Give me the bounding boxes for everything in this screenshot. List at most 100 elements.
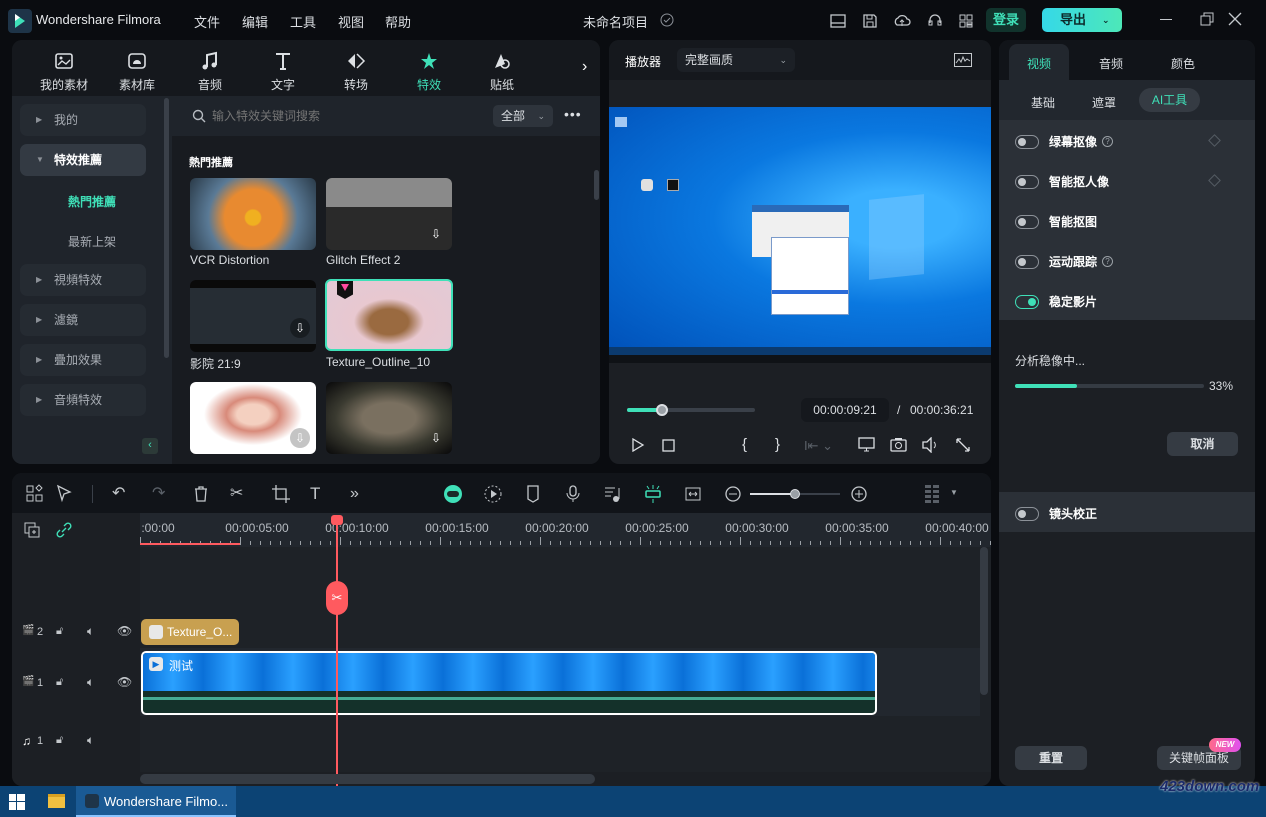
windows-start-icon[interactable]	[9, 794, 25, 810]
eye-visibility-icon[interactable]: 👁︎	[117, 624, 132, 638]
login-button[interactable]: 登录	[986, 8, 1026, 32]
main-video-clip[interactable]: ▶ 测试	[141, 651, 877, 715]
playback-scrubber[interactable]	[627, 404, 755, 416]
category-recommended[interactable]: ▼ 特效推薦	[20, 144, 146, 176]
text-tool-icon[interactable]: T	[310, 483, 332, 505]
cancel-button[interactable]: 取消	[1167, 432, 1238, 456]
record-voiceover-icon[interactable]	[562, 483, 584, 505]
track-height-icon[interactable]	[922, 483, 944, 505]
delete-trash-icon[interactable]	[190, 483, 212, 505]
category-mine[interactable]: ▶ 我的	[20, 104, 146, 136]
more-tools-icon[interactable]: »	[350, 483, 372, 505]
display-settings-icon[interactable]	[858, 437, 876, 453]
effect-thumb-glitch-effect-2[interactable]: ⇩	[326, 178, 452, 250]
lens-correction-toggle[interactable]	[1015, 506, 1039, 521]
eye-visibility-icon[interactable]: 👁︎	[117, 675, 132, 689]
download-icon[interactable]: ⇩	[426, 224, 446, 244]
help-icon[interactable]: ?	[1102, 256, 1114, 267]
effects-scrollbar[interactable]	[594, 170, 599, 200]
zoom-in-icon[interactable]	[848, 483, 870, 505]
subtab-ai-tools[interactable]: AI工具	[1139, 88, 1200, 112]
close-button[interactable]	[1228, 12, 1242, 26]
more-options-icon[interactable]: •••	[564, 106, 582, 122]
menu-help[interactable]: 帮助	[385, 12, 411, 31]
motion-tracking-toggle[interactable]	[1015, 254, 1039, 269]
crop-icon[interactable]	[270, 483, 292, 505]
horizontal-scrollbar[interactable]	[140, 774, 595, 784]
subtab-mask[interactable]: 遮罩	[1092, 94, 1116, 111]
split-scissors-icon[interactable]: ✂	[326, 581, 348, 615]
mute-audio-icon[interactable]: 🔈︎	[87, 624, 94, 639]
tab-stickers[interactable]: 贴纸	[470, 50, 534, 93]
project-name[interactable]: 未命名项目	[583, 12, 648, 31]
export-button[interactable]: 导出 ⌄	[1042, 8, 1122, 32]
category-video-effects[interactable]: ▶ 視頻特效	[20, 264, 146, 296]
preview-canvas[interactable]	[609, 107, 991, 363]
effect-thumb-cinema-21-9[interactable]: ⇩	[190, 280, 316, 352]
lock-icon[interactable]: 🔓︎	[56, 625, 63, 638]
marker-icon[interactable]	[522, 483, 544, 505]
download-icon[interactable]: ⇩	[290, 318, 310, 338]
tab-text[interactable]: 文字	[251, 50, 315, 93]
effects-search-input[interactable]	[212, 104, 472, 128]
apps-grid-icon[interactable]	[957, 12, 975, 30]
tabs-next-chevron-icon[interactable]: ›	[582, 58, 587, 76]
download-icon[interactable]: ⇩	[426, 428, 446, 448]
tab-my-media[interactable]: 我的素材	[32, 50, 96, 93]
play-icon[interactable]	[631, 438, 645, 452]
split-scissors-icon[interactable]: ✂	[230, 483, 252, 505]
playhead-handle[interactable]	[331, 515, 343, 525]
stabilization-toggle[interactable]	[1015, 294, 1039, 309]
tab-color[interactable]: 颜色	[1171, 55, 1195, 72]
volume-icon[interactable]	[921, 437, 939, 453]
undo-icon[interactable]: ↶	[112, 483, 134, 505]
menu-tools[interactable]: 工具	[290, 12, 316, 31]
scrubber-handle[interactable]	[655, 404, 668, 416]
vertical-scrollbar[interactable]	[980, 547, 988, 695]
menu-file[interactable]: 文件	[194, 12, 220, 31]
smart-cutout-toggle[interactable]	[1015, 214, 1039, 229]
taskbar-filmora-item[interactable]: Wondershare Filmo...	[76, 786, 236, 817]
overlay-effect-clip[interactable]: Texture_O...	[141, 619, 239, 645]
category-overlays[interactable]: ▶ 疊加效果	[20, 344, 146, 376]
link-icon[interactable]	[56, 522, 72, 538]
mute-audio-icon[interactable]: 🔈︎	[87, 733, 94, 748]
select-pointer-icon[interactable]	[54, 483, 76, 505]
tab-audio[interactable]: 音频	[178, 50, 242, 93]
menu-view[interactable]: 视图	[338, 12, 364, 31]
tab-audio[interactable]: 音频	[1099, 55, 1123, 72]
filter-dropdown[interactable]: 全部 ⌄	[493, 105, 553, 127]
effect-thumb-vignette[interactable]: ⇩	[326, 382, 452, 454]
save-icon[interactable]	[861, 12, 879, 30]
headset-support-icon[interactable]	[926, 12, 944, 30]
quality-dropdown[interactable]: 完整画质 ⌄	[677, 48, 795, 72]
category-audio-effects[interactable]: ▶ 音頻特效	[20, 384, 146, 416]
minimize-button[interactable]	[1160, 19, 1172, 20]
lock-icon[interactable]: 🔓︎	[56, 734, 63, 747]
layout-icon[interactable]	[829, 12, 847, 30]
add-track-icon[interactable]	[24, 522, 40, 538]
menu-edit[interactable]: 编辑	[242, 12, 268, 31]
download-icon[interactable]: ⇩	[290, 428, 310, 448]
scene-layout-icon[interactable]	[24, 483, 46, 505]
timeline-zoom-slider[interactable]	[750, 489, 840, 499]
mute-audio-icon[interactable]: 🔈︎	[87, 675, 94, 690]
zoom-out-icon[interactable]	[722, 483, 744, 505]
lock-icon[interactable]: 🔓︎	[56, 676, 63, 689]
category-scrollbar[interactable]	[164, 98, 169, 358]
effect-thumb-sketch-portrait[interactable]: ⇩	[190, 382, 316, 454]
restore-button[interactable]	[1200, 12, 1214, 26]
reset-button[interactable]: 重置	[1015, 746, 1087, 770]
cloud-upload-icon[interactable]	[893, 12, 911, 30]
tab-video[interactable]: 视频	[1027, 55, 1051, 72]
file-explorer-icon[interactable]	[48, 794, 65, 808]
stop-icon[interactable]	[662, 439, 675, 452]
category-filters[interactable]: ▶ 濾鏡	[20, 304, 146, 336]
tab-stock-media[interactable]: 素材库	[105, 50, 169, 93]
subtab-basic[interactable]: 基础	[1031, 94, 1055, 111]
effect-thumb-texture-outline-10[interactable]	[325, 279, 453, 351]
help-icon[interactable]: ?	[1102, 136, 1114, 147]
chroma-key-toggle[interactable]	[1015, 134, 1039, 149]
magnetic-snap-icon[interactable]	[642, 483, 664, 505]
collapse-sidebar-button[interactable]: ‹	[142, 438, 158, 454]
